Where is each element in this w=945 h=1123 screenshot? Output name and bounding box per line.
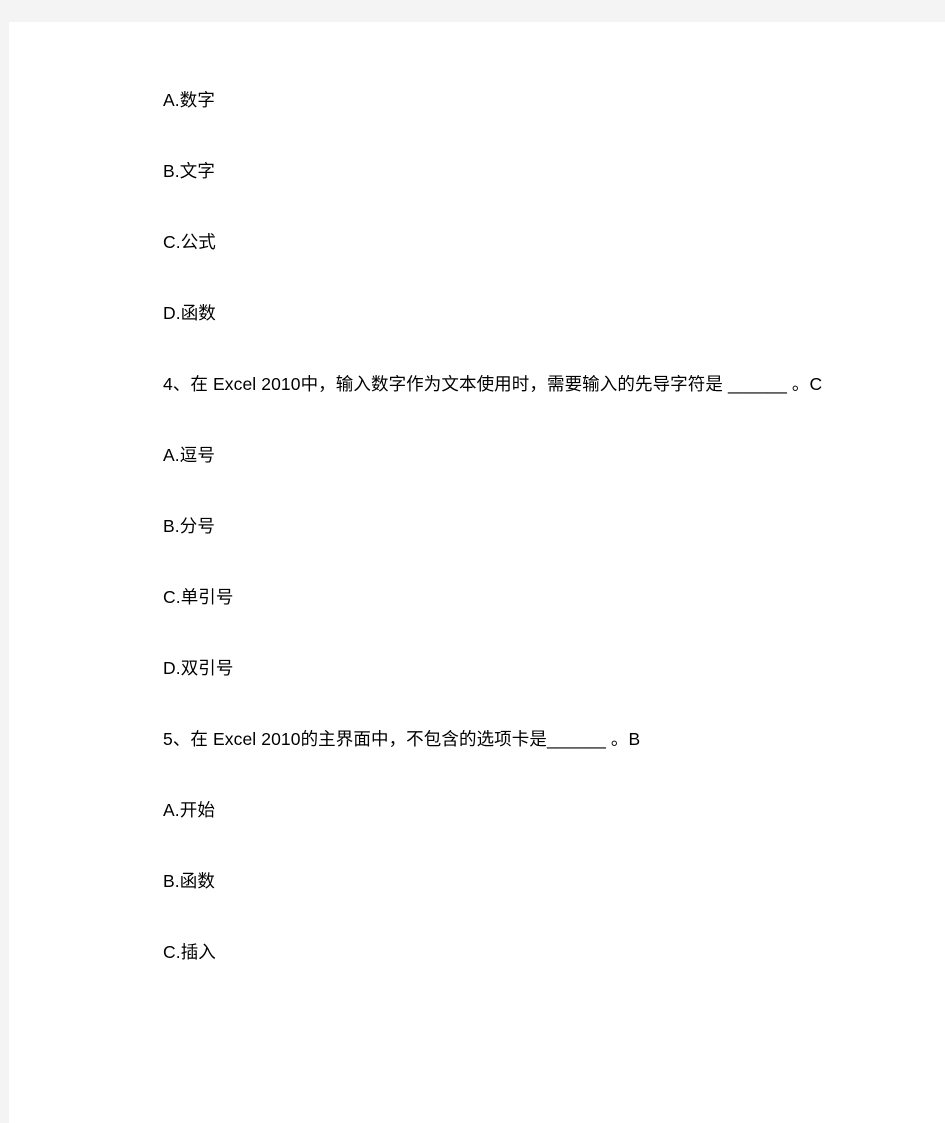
option-item: D.双引号 bbox=[163, 658, 234, 678]
document-text-body: A.数字 B.文字 C.公式 D.函数 4、在 Excel 2010中，输入数字… bbox=[163, 88, 883, 964]
document-page: A.数字 B.文字 C.公式 D.函数 4、在 Excel 2010中，输入数字… bbox=[9, 22, 945, 1123]
option-item: A.逗号 bbox=[163, 445, 215, 465]
option-item: C.公式 bbox=[163, 232, 216, 252]
option-item: B.函数 bbox=[163, 871, 215, 891]
option-item: C.插入 bbox=[163, 942, 216, 962]
option-item: D.函数 bbox=[163, 303, 216, 323]
option-item: B.分号 bbox=[163, 516, 215, 536]
option-item: C.单引号 bbox=[163, 587, 234, 607]
option-item: A.开始 bbox=[163, 800, 215, 820]
option-item: B.文字 bbox=[163, 161, 215, 181]
question-stem-4: 4、在 Excel 2010中，输入数字作为文本使用时，需要输入的先导字符是 _… bbox=[163, 374, 823, 394]
question-stem-5: 5、在 Excel 2010的主界面中，不包含的选项卡是______ 。B bbox=[163, 729, 641, 749]
option-item: A.数字 bbox=[163, 90, 215, 110]
